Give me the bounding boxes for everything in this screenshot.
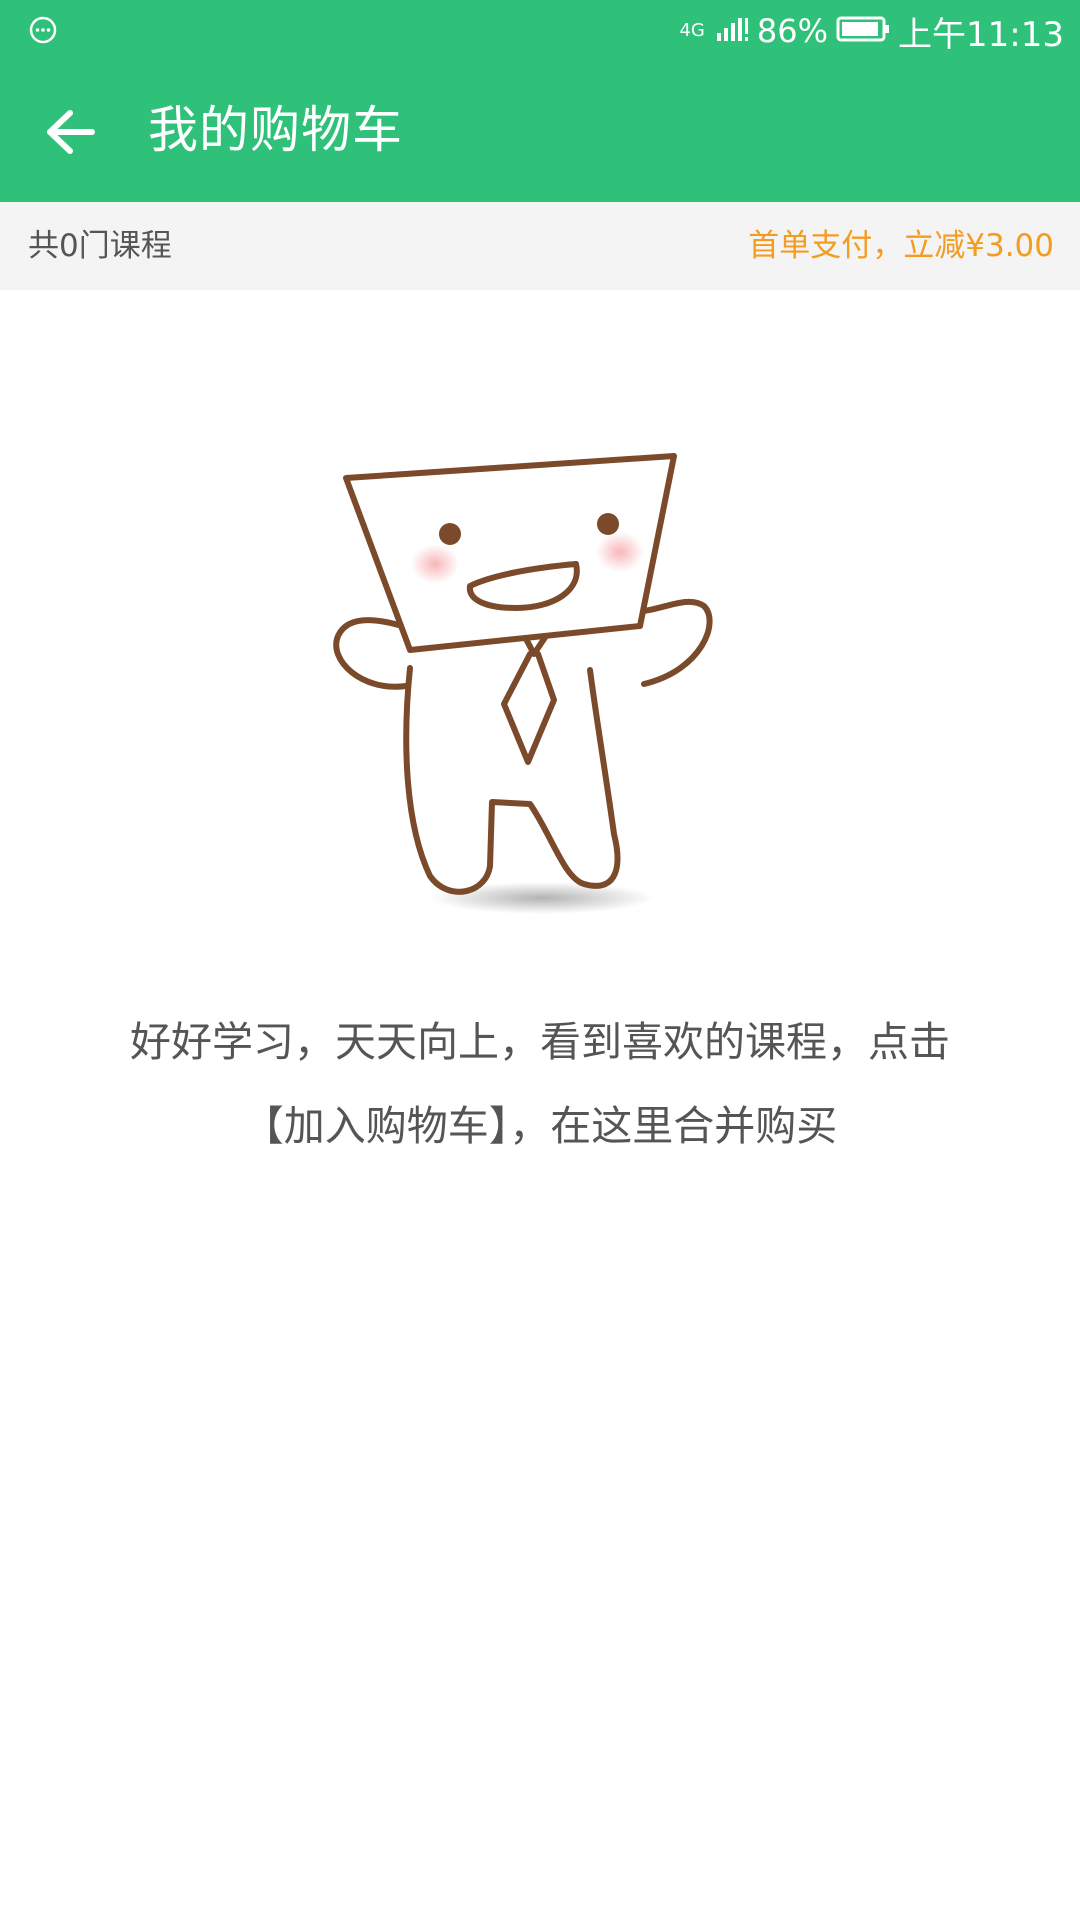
chat-bubble-icon (28, 15, 58, 45)
network-type: 4G (679, 20, 705, 41)
signal-icon (715, 15, 749, 47)
first-order-discount: 首单支付，立减¥3.00 (748, 228, 1054, 264)
clock: 上午11:13 (898, 14, 1064, 55)
battery-percent: 86% (756, 12, 829, 50)
back-button[interactable] (36, 100, 104, 168)
cart-summary-bar: 共0门课程 首单支付，立减¥3.00 (0, 202, 1080, 290)
app-bar: 我的购物车 (0, 62, 1080, 202)
empty-cart-message: 好好学习，天天向上，看到喜欢的课程，点击 【加入购物车】，在这里合并购买 (100, 1000, 980, 1168)
mascot-illustration (320, 386, 760, 926)
status-indicators: 4G 86% 上午11:13 (679, 8, 1064, 55)
battery-icon (836, 15, 890, 47)
course-count: 共0门课程 (28, 228, 172, 264)
status-bar: 4G 86% 上午11:13 (0, 0, 1080, 62)
back-arrow-icon (44, 109, 96, 159)
empty-message-line-2: 【加入购物车】，在这里合并购买 (242, 1102, 838, 1150)
page-title: 我的购物车 (148, 101, 403, 159)
app-root: 4G 86% 上午11:13 我的购物车 共0门课程 首单支付，立减¥3.00 … (0, 0, 1080, 1920)
empty-message-line-1: 好好学习，天天向上，看到喜欢的课程，点击 (130, 1018, 950, 1066)
